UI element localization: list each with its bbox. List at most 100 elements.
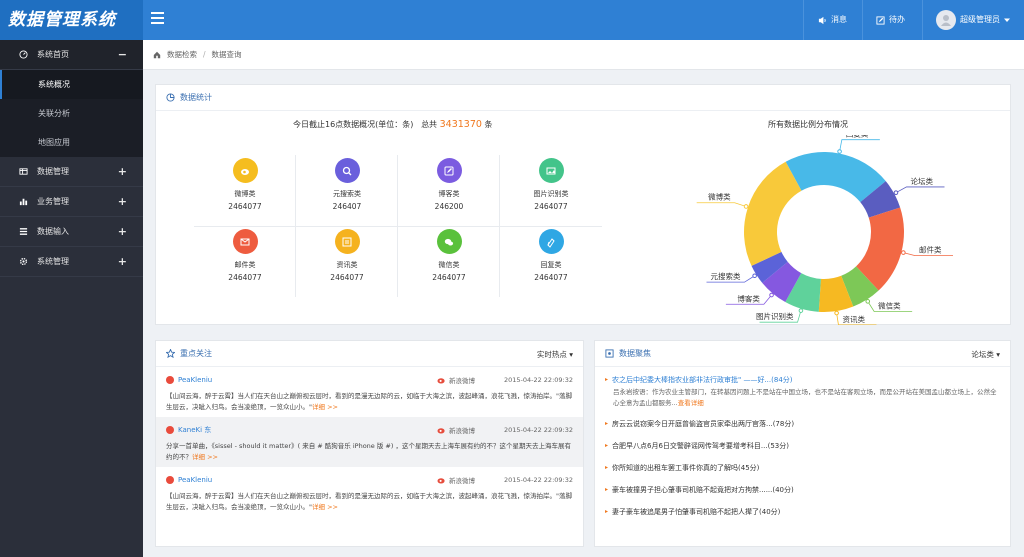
sidebar-item-data-input[interactable]: 数据输入 + — [0, 217, 143, 247]
list-icon — [18, 227, 28, 237]
sidebar-subitem-map[interactable]: 地图应用 — [0, 128, 143, 157]
hot-topics-dropdown[interactable]: 实时热点 ▾ — [537, 349, 573, 360]
news-headline: 妻子豪车被追尾男子怕肇事司机赔不起把人撵了(40分) — [612, 508, 781, 516]
stats-panel-header: 数据统计 — [156, 85, 1010, 111]
home-icon — [153, 51, 161, 58]
sidebar-item-home[interactable]: 系统首页 − — [0, 40, 143, 70]
news-item[interactable]: ▸ 房云云说窃案今日开庭曾偷盗官员家牵出两厅官落...(78分) — [605, 413, 1000, 435]
stat-cell[interactable]: 资讯类 2464077 — [296, 226, 398, 297]
stat-cell[interactable]: 图片识别类 2464077 — [500, 155, 602, 226]
post-username[interactable]: KaneKi 东 — [178, 425, 211, 435]
summary-text: 今日截止16点数据概况(单位：条) — [293, 120, 414, 129]
news-item[interactable]: ▸ 你所知道的出租车罢工事件你真的了解吗(45分) — [605, 457, 1000, 479]
stat-label: 微信类 — [438, 261, 460, 269]
leader-dot — [752, 273, 757, 279]
post-meta: PeaKleniu 新浪微博 2015-04-22 22:09:32 — [166, 473, 573, 487]
dropdown-label: 论坛类 — [971, 350, 994, 359]
slice-label: 图片识别类 — [756, 311, 794, 321]
leader-dot — [837, 149, 842, 154]
collapse-toggle[interactable]: − — [118, 48, 127, 61]
user-icon — [941, 15, 951, 26]
slice-label: 元搜索类 — [710, 271, 740, 281]
read-more-link[interactable]: 查看详细 — [678, 399, 704, 407]
stat-label: 资讯类 — [336, 261, 358, 269]
stat-cell[interactable]: 微信类 2464077 — [398, 226, 500, 297]
avatar — [166, 426, 174, 434]
sidebar-item-system[interactable]: 系统管理 + — [0, 247, 143, 277]
stat-label: 邮件类 — [234, 261, 256, 269]
sidebar-subitem-overview[interactable]: 系统概况 — [0, 70, 143, 99]
total-unit: 条 — [484, 120, 493, 129]
divider — [862, 0, 863, 40]
user-menu[interactable]: 超级管理员 — [928, 0, 1018, 40]
weibo-icon — [437, 378, 445, 384]
news-headline: 豪车被撞男子担心肇事司机赔不起竟把对方拘禁......(40分) — [612, 486, 794, 494]
news-item[interactable]: ▸ 豪车被撞男子担心肇事司机赔不起竟把对方拘禁......(40分) — [605, 479, 1000, 501]
slice-label: 博客类 — [737, 293, 760, 303]
expand-toggle[interactable]: + — [118, 165, 127, 178]
news-item[interactable]: ▸ 合肥早八点6月6日交警辟谣网传驾考要增考科目...(53分) — [605, 435, 1000, 457]
expand-toggle[interactable]: + — [118, 225, 127, 238]
stat-cell[interactable]: 回复类 2464077 — [500, 226, 602, 297]
focus-title: 重点关注 — [180, 349, 212, 358]
todo-button[interactable]: 待办 — [868, 0, 913, 40]
leader-line — [839, 139, 880, 152]
bullet: ▸ — [605, 486, 609, 493]
dashboard-icon — [18, 50, 28, 60]
post-username[interactable]: PeaKleniu — [178, 376, 212, 384]
news-headline: 房云云说窃案今日开庭曾偷盗官员家牵出两厅官落...(78分) — [612, 420, 795, 428]
leader-dot — [743, 204, 749, 209]
stat-label: 元搜索类 — [333, 190, 361, 198]
stat-label: 图片识别类 — [533, 190, 569, 198]
pie-chart-icon — [166, 93, 175, 102]
sidebar-subitem-correlation[interactable]: 关联分析 — [0, 99, 143, 128]
read-more-link[interactable]: 详细 >> — [312, 503, 338, 511]
chevron-down-icon — [1004, 18, 1010, 22]
read-more-link[interactable]: 详细 >> — [312, 403, 338, 411]
stat-value: 2464077 — [330, 273, 364, 282]
menu-toggle-icon[interactable] — [151, 12, 164, 25]
post-username[interactable]: PeaKleniu — [178, 476, 212, 484]
category-dropdown[interactable]: 论坛类 ▾ — [971, 349, 1000, 360]
wechat-icon — [436, 229, 462, 254]
stat-cell[interactable]: 元搜索类 246407 — [296, 155, 398, 226]
stat-label: 微博类 — [234, 190, 256, 198]
sidebar-item-label: 系统管理 — [37, 257, 69, 266]
stat-cell[interactable]: 微博类 2464077 — [194, 155, 296, 226]
weibo-icon — [437, 428, 445, 434]
sidebar-item-business[interactable]: 业务管理 + — [0, 187, 143, 217]
expand-toggle[interactable]: + — [118, 195, 127, 208]
post-text: 分享一首单曲，《sissel - should it matter》( 来自 #… — [166, 442, 571, 461]
post-item: PeaKleniu 新浪微博 2015-04-22 22:09:32 【山间云海，醉于… — [156, 467, 583, 517]
reply-icon — [538, 229, 564, 254]
post-time: 2015-04-22 22:09:32 — [503, 476, 573, 484]
read-more-link[interactable]: 详细 >> — [192, 453, 218, 461]
avatar — [166, 376, 174, 384]
messages-button[interactable]: 消息 — [810, 0, 855, 40]
post-body: 【山间云海，醉于云霄】当人们在天台山之巅俯视云层时，看到的是漫无边际的云，如临于… — [166, 491, 573, 513]
search-icon — [334, 158, 360, 183]
breadcrumb-home[interactable]: 数据检索 — [167, 49, 197, 60]
sidebar-item-data-management[interactable]: 数据管理 + — [0, 157, 143, 187]
avatar — [936, 10, 956, 30]
bullet: ▸ — [605, 420, 609, 427]
donut-slice[interactable] — [744, 161, 802, 266]
submenu: 系统概况 关联分析 地图应用 — [0, 70, 143, 157]
expand-toggle[interactable]: + — [118, 255, 127, 268]
bullet: ▸ — [605, 376, 609, 383]
image-icon — [538, 158, 564, 183]
user-name: 超级管理员 — [960, 15, 1000, 24]
stats-summary: 今日截止16点数据概况(单位：条) 总共 3431370 条 — [293, 119, 492, 130]
news-item[interactable]: ▸ 农之后中纪委大棒指农业部非法行政审批" ——好...(84分) — [605, 373, 1000, 387]
news-item[interactable]: ▸ 妻子豪车被追尾男子怕肇事司机赔不起把人撵了(40分) — [605, 501, 1000, 523]
stat-value: 2464077 — [534, 273, 568, 282]
slice-label: 资讯类 — [842, 314, 865, 324]
data-focus-title: 数据聚焦 — [619, 349, 651, 358]
stat-value: 2464077 — [534, 202, 568, 211]
stat-cell[interactable]: 博客类 246200 — [398, 155, 500, 226]
divider — [922, 0, 923, 40]
news-description-text: 吕永岩按语：作为农业主管部门，在转基因问题上不是站在中国立场，也不是站在客观立场… — [613, 388, 997, 407]
stat-cell[interactable]: 邮件类 2464077 — [194, 226, 296, 297]
news-icon — [334, 229, 360, 254]
star-icon — [166, 349, 175, 358]
